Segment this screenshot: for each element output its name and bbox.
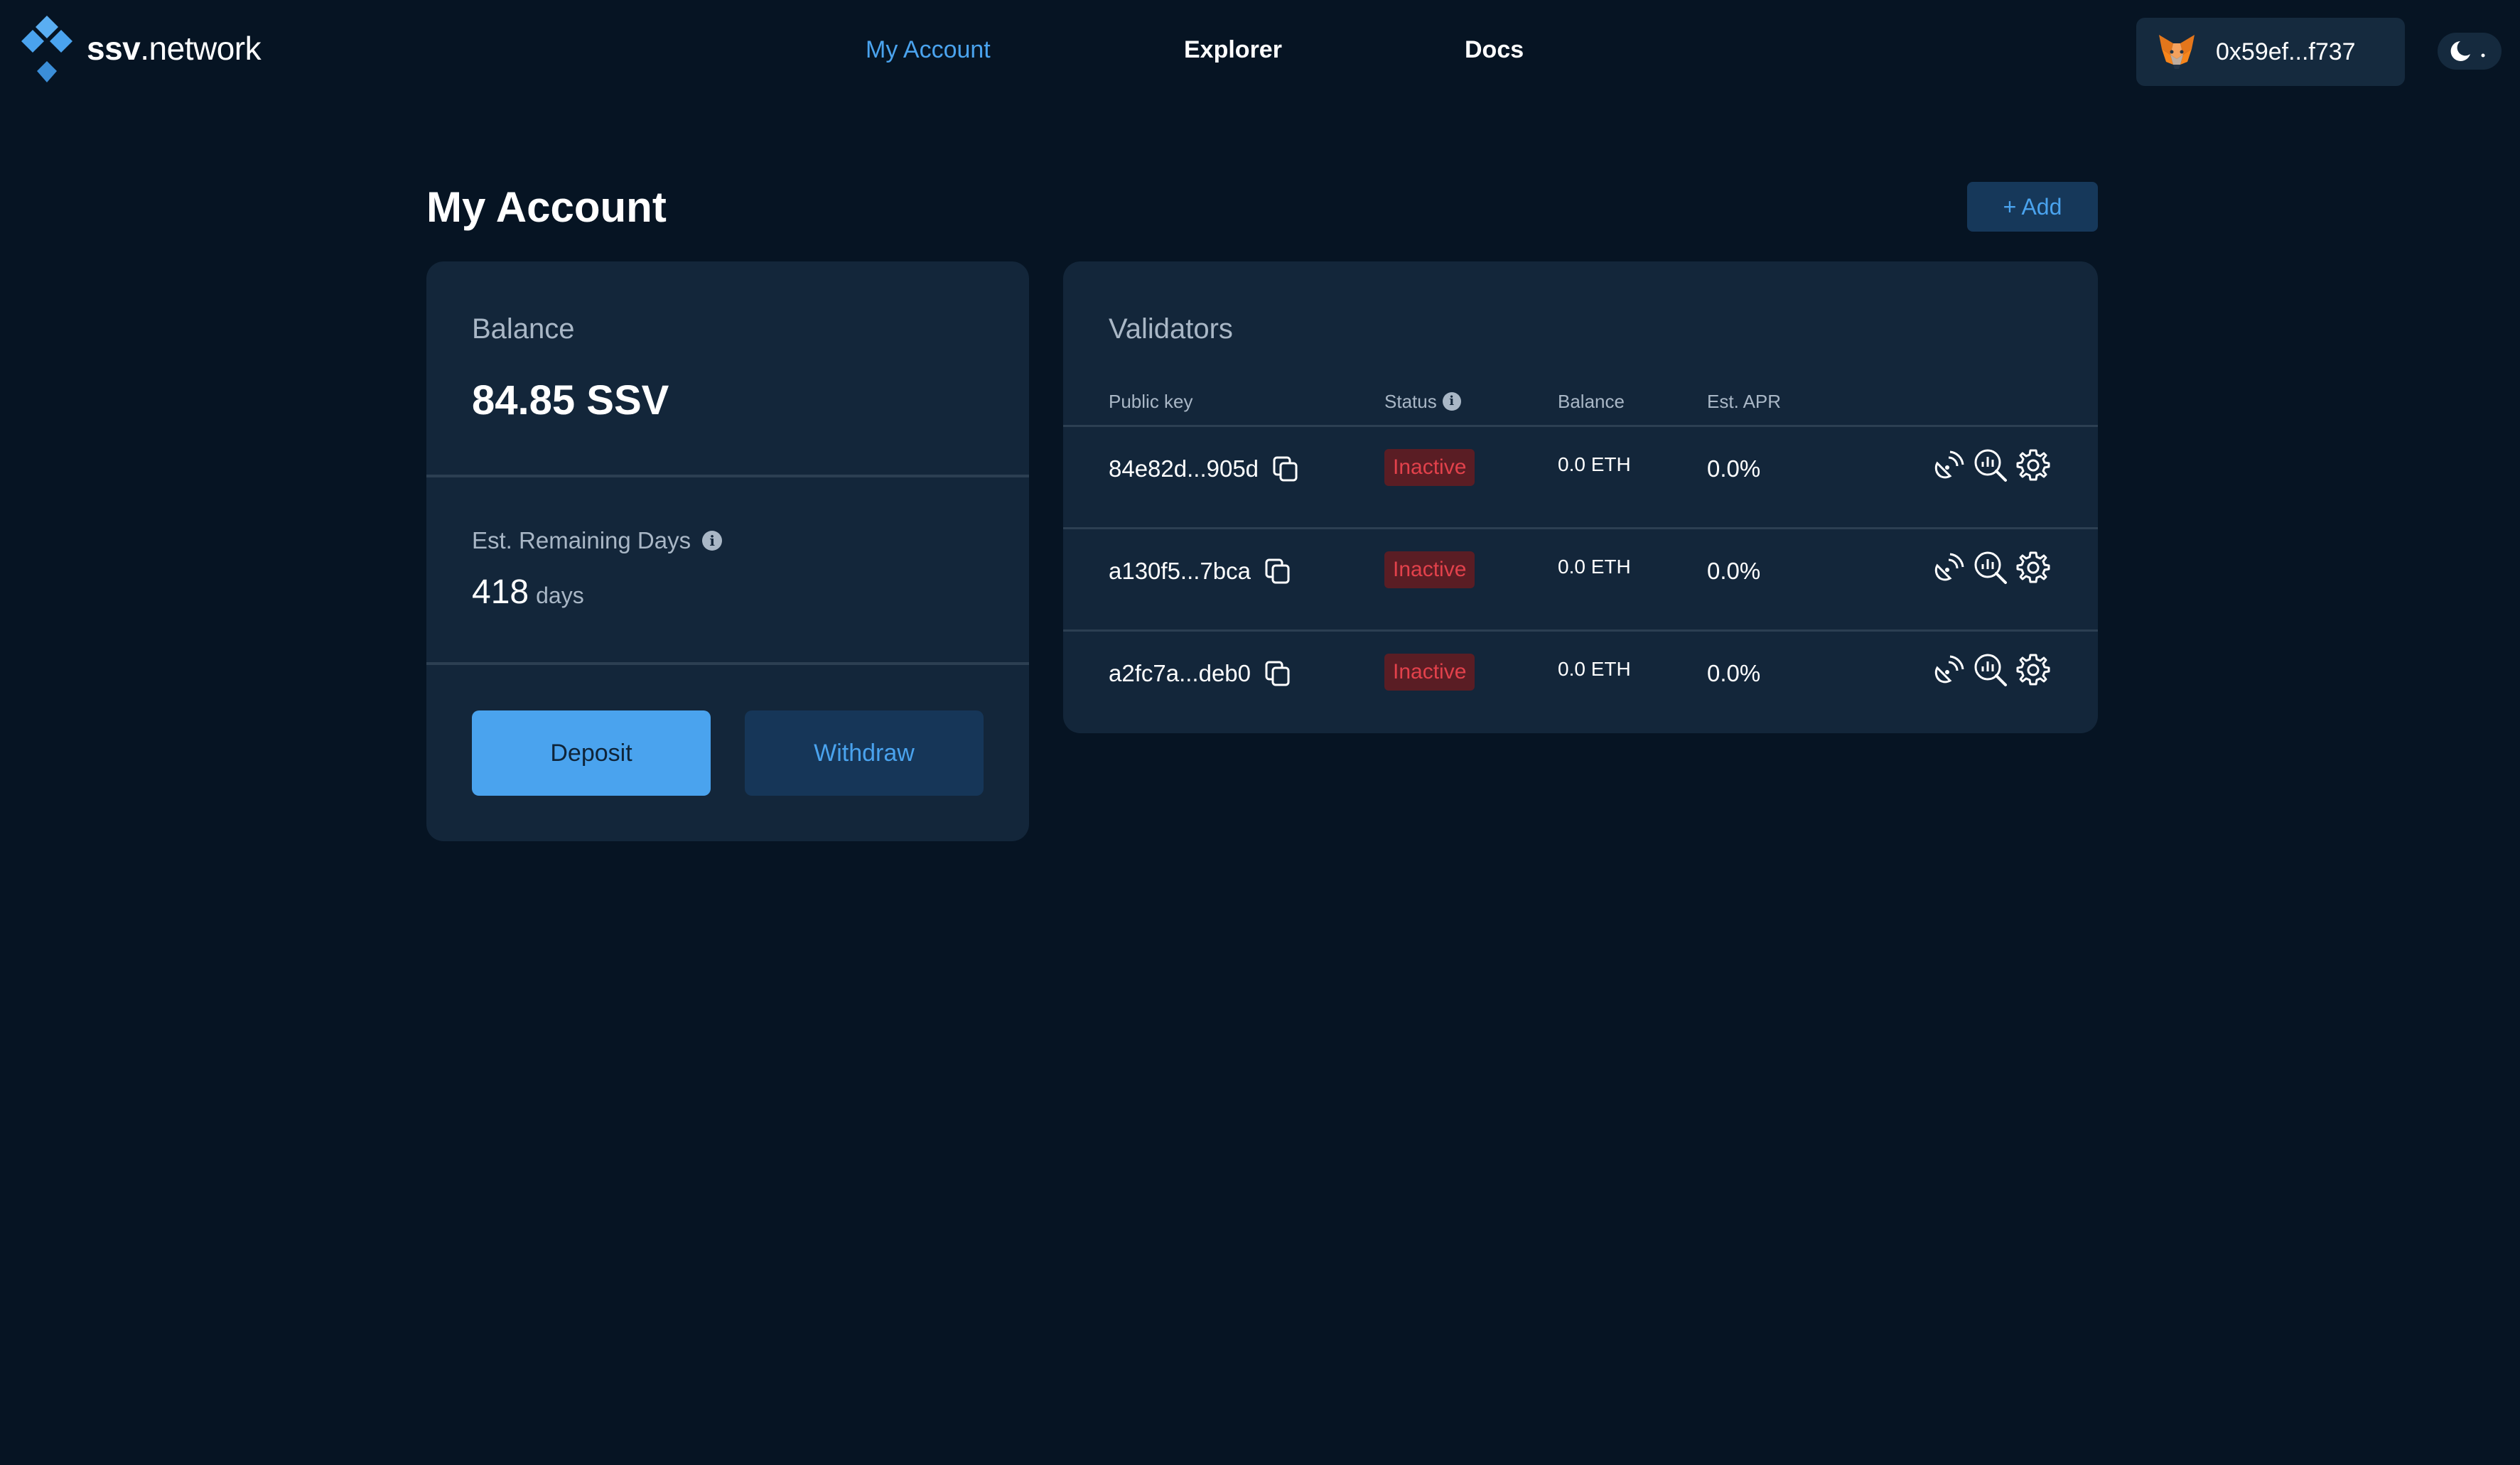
status-badge: Inactive [1384, 654, 1475, 691]
gear-icon[interactable] [2015, 550, 2051, 585]
gear-icon[interactable] [2015, 652, 2051, 688]
beaconcha-link-icon[interactable] [1930, 550, 1966, 585]
public-key-cell: a2fc7a...deb0 [1109, 658, 1292, 689]
status-badge: Inactive [1384, 551, 1475, 588]
table-row[interactable]: a2fc7a...deb0 Inactive 0.0 ETH 0.0% [1063, 631, 2098, 732]
ssv-logo-icon[interactable] [21, 16, 72, 85]
nav-my-account[interactable]: My Account [866, 34, 991, 65]
explorer-search-icon[interactable] [1973, 550, 2008, 585]
gear-icon[interactable] [2015, 448, 2051, 483]
public-key: a130f5...7bca [1109, 558, 1251, 584]
add-validator-button[interactable]: + Add [1967, 182, 2098, 232]
est-days-number: 418 [472, 573, 529, 611]
public-key-cell: 84e82d...905d [1109, 453, 1300, 485]
page-title: My Account [426, 183, 667, 231]
deposit-button[interactable]: Deposit [472, 710, 711, 796]
public-key: a2fc7a...deb0 [1109, 660, 1251, 686]
beaconcha-link-icon[interactable] [1930, 652, 1966, 688]
wallet-button[interactable]: 0x59ef...f737 [2136, 18, 2405, 86]
beaconcha-link-icon[interactable] [1930, 448, 1966, 483]
explorer-search-icon[interactable] [1973, 652, 2008, 688]
est-days-unit: days [536, 583, 584, 608]
balance-card: Balance 84.85 SSV Est. Remaining Days i … [426, 261, 1029, 841]
moon-icon [2450, 41, 2485, 61]
column-header-status-text: Status [1384, 391, 1437, 412]
brand-name-bold: ssv [87, 30, 141, 67]
balance-cell: 0.0 ETH [1558, 556, 1631, 578]
est-remaining-days-label: Est. Remaining Days i [472, 526, 723, 556]
explorer-search-icon[interactable] [1973, 448, 2008, 483]
column-header-balance: Balance [1558, 391, 1625, 412]
nav-docs[interactable]: Docs [1465, 34, 1524, 65]
table-row[interactable]: a130f5...7bca Inactive 0.0 ETH 0.0% [1063, 529, 2098, 629]
column-header-status: Status i [1384, 389, 1461, 413]
divider [426, 475, 1029, 477]
theme-toggle[interactable] [2438, 33, 2502, 70]
table-row[interactable]: 84e82d...905d Inactive 0.0 ETH 0.0% [1063, 426, 2098, 527]
withdraw-button[interactable]: Withdraw [745, 710, 984, 796]
balance-cell: 0.0 ETH [1558, 453, 1631, 475]
apr-cell: 0.0% [1707, 558, 1761, 584]
metamask-fox-icon [2159, 35, 2195, 69]
nav-explorer[interactable]: Explorer [1184, 34, 1282, 65]
public-key: 84e82d...905d [1109, 455, 1259, 482]
est-remaining-days-value: 418 days [472, 571, 584, 622]
est-remaining-days-text: Est. Remaining Days [472, 527, 691, 553]
validators-title: Validators [1109, 313, 1233, 345]
validators-card: Validators Public key Status i Balance E… [1063, 261, 2098, 733]
info-icon[interactable]: i [1442, 392, 1461, 411]
brand-name[interactable]: ssv.network [87, 27, 262, 70]
balance-cell: 0.0 ETH [1558, 658, 1631, 680]
balance-value: 84.85 SSV [472, 377, 669, 423]
brand-name-rest: .network [140, 30, 262, 67]
apr-cell: 0.0% [1707, 660, 1761, 686]
status-badge: Inactive [1384, 449, 1475, 486]
public-key-cell: a130f5...7bca [1109, 556, 1292, 587]
info-icon[interactable]: i [702, 531, 723, 551]
divider [426, 662, 1029, 665]
copy-icon[interactable] [1264, 659, 1292, 688]
column-header-apr: Est. APR [1707, 391, 1782, 412]
column-header-public-key: Public key [1109, 391, 1193, 412]
balance-title: Balance [472, 313, 575, 345]
wallet-address: 0x59ef...f737 [2216, 38, 2356, 65]
copy-icon[interactable] [1264, 557, 1292, 585]
copy-icon[interactable] [1271, 455, 1300, 483]
apr-cell: 0.0% [1707, 455, 1761, 482]
